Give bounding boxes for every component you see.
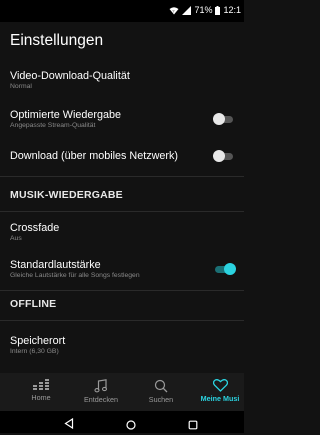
standard-volume-toggle[interactable] — [213, 263, 236, 275]
setting-description: Gleiche Lautstärke für alle Songs festle… — [10, 272, 140, 279]
system-navigation-bar — [0, 411, 244, 433]
music-note-icon — [76, 379, 126, 393]
divider — [0, 211, 244, 212]
setting-label: Standardlautstärke — [10, 259, 101, 271]
divider — [0, 320, 244, 321]
nav-home[interactable]: Home — [16, 373, 66, 411]
mobile-download-toggle[interactable] — [213, 150, 235, 162]
recent-apps-icon[interactable] — [188, 417, 198, 435]
nav-search[interactable]: Suchen — [136, 373, 186, 411]
nav-label: Suchen — [148, 395, 174, 404]
back-icon[interactable] — [64, 416, 74, 434]
setting-value: Intern (6,30 GB) — [10, 348, 59, 355]
setting-video-download-quality[interactable]: Video-Download-Qualität Normal — [10, 70, 234, 90]
optimized-playback-toggle[interactable] — [213, 113, 235, 125]
battery-percent: 71% — [194, 5, 213, 15]
setting-storage-location[interactable]: Speicherort Intern (6,30 GB) — [10, 335, 234, 355]
section-header-music-playback: MUSIK-WIEDERGABE — [10, 189, 123, 201]
deezer-logo-icon — [16, 379, 66, 391]
bottom-navigation: Home Entdecken Suchen Meine Musi — [0, 373, 244, 411]
nav-label: Home — [31, 393, 51, 402]
status-bar: ? 71% 12:1 — [0, 0, 244, 22]
divider — [0, 176, 244, 177]
setting-label: Speicherort — [10, 335, 66, 347]
setting-optimized-playback[interactable]: Optimierte Wiedergabe Angepasste Stream-… — [10, 109, 234, 129]
page-title: Einstellungen — [10, 32, 104, 49]
setting-label: Download (über mobiles Netzwerk) — [10, 150, 179, 162]
status-icons: ? 71% 12:1 — [169, 5, 241, 15]
divider — [0, 290, 244, 291]
nav-my-music[interactable]: Meine Musi — [196, 373, 244, 411]
setting-value: Normal — [10, 83, 32, 90]
setting-label: Crossfade — [10, 222, 60, 234]
nav-label: Meine Musi — [200, 394, 240, 403]
setting-label: Optimierte Wiedergabe — [10, 109, 122, 121]
wifi-icon: ? — [169, 6, 179, 15]
heart-icon — [196, 379, 244, 392]
setting-description: Angepasste Stream-Qualität — [10, 122, 96, 129]
setting-mobile-download[interactable]: Download (über mobiles Netzwerk) — [10, 150, 234, 162]
setting-label: Video-Download-Qualität — [10, 70, 130, 82]
clock: 12:1 — [223, 5, 241, 15]
setting-standard-volume[interactable]: Standardlautstärke Gleiche Lautstärke fü… — [10, 259, 234, 279]
nav-explore[interactable]: Entdecken — [76, 373, 126, 411]
setting-value: Aus — [10, 235, 22, 242]
battery-icon — [215, 5, 221, 15]
setting-crossfade[interactable]: Crossfade Aus — [10, 222, 234, 242]
nav-label: Entdecken — [84, 395, 118, 404]
search-icon — [136, 379, 186, 393]
section-header-offline: OFFLINE — [10, 298, 57, 310]
home-circle-icon[interactable] — [126, 417, 136, 435]
signal-icon — [182, 5, 192, 15]
